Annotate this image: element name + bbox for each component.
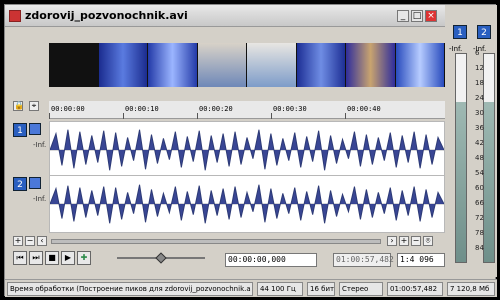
scale-tick: 66 (475, 199, 484, 207)
zoom-out-button[interactable]: − (25, 236, 35, 246)
status-duration: 01:00:57,482 (387, 282, 443, 296)
status-bar: Время обработки (Построение пиков для zd… (5, 279, 497, 297)
add-marker-icon[interactable]: ✚ (77, 251, 91, 265)
scale-tick: 30 (475, 109, 484, 117)
waveform-track-1[interactable] (49, 121, 445, 179)
ruler-label: 00:00:30 (273, 105, 307, 113)
scale-tick: 72 (475, 214, 484, 222)
thumbnail (296, 43, 346, 87)
lock-icon[interactable]: 🔒 (13, 101, 24, 111)
thumbnail (148, 43, 198, 87)
meter-channel-2: 2 (477, 25, 491, 39)
video-thumbnails (49, 43, 445, 87)
meter-channel-1: 1 (453, 25, 467, 39)
track-number-1[interactable]: 1 (13, 123, 27, 137)
horizontal-scrollbar[interactable]: + − ‹ › + − ⌾ (13, 235, 445, 247)
track-number-2[interactable]: 2 (13, 177, 27, 191)
status-processing: Время обработки (Построение пиков для zd… (7, 282, 253, 296)
status-sample-rate: 44 100 Гц (257, 282, 303, 296)
scroll-track[interactable] (51, 239, 381, 244)
window-title: zdorovij_pozvonochnik.avi (25, 9, 188, 22)
track-control-1[interactable] (29, 123, 41, 135)
zoom-ratio[interactable]: 1:4 096 (397, 253, 445, 267)
meter-scale: 6 12 18 24 30 36 42 48 54 60 66 72 78 84 (475, 49, 489, 265)
waveform-1 (50, 122, 444, 178)
ruler-label: 00:00:40 (347, 105, 381, 113)
status-bit-depth: 16 бит (307, 282, 335, 296)
maximize-button[interactable]: □ (411, 10, 423, 22)
volume-slider[interactable] (117, 252, 205, 264)
stop-icon[interactable]: ■ (45, 251, 59, 265)
scale-tick: 18 (475, 79, 484, 87)
thumbnail (49, 43, 99, 87)
status-file-size: 7 120,8 Мб (447, 282, 495, 296)
ruler-tick (271, 113, 272, 119)
thumbnail (98, 43, 148, 87)
app-window: zdorovij_pozvonochnik.avi _ □ × 00:00:00… (4, 4, 497, 297)
track-db-label: -Inf. (33, 141, 47, 149)
play-icon[interactable]: ▶ (61, 251, 75, 265)
zoom-in-right-button[interactable]: + (399, 236, 409, 246)
scale-tick: 48 (475, 154, 484, 162)
thumbnail (346, 43, 396, 87)
scale-tick: 42 (475, 139, 484, 147)
title-bar: zdorovij_pozvonochnik.avi _ □ × (5, 5, 445, 27)
go-start-icon[interactable]: ⏮ (13, 251, 27, 265)
meter-inf-label: -Inf. (473, 45, 487, 53)
transport-bar: ⏮ ⏭ ■ ▶ ✚ 00:00:00,000 01:00:57,482 1:4 … (13, 251, 445, 269)
ruler-tick (49, 113, 50, 119)
ruler-tick (197, 113, 198, 119)
scale-tick: 36 (475, 124, 484, 132)
total-time: 01:00:57,482 (333, 253, 394, 267)
close-button[interactable]: × (425, 10, 437, 22)
scale-tick: 12 (475, 64, 484, 72)
app-icon (9, 10, 21, 22)
waveform-track-2[interactable] (49, 175, 445, 233)
thumbnail (247, 43, 297, 87)
meter-left (455, 53, 467, 263)
go-end-icon[interactable]: ⏭ (29, 251, 43, 265)
thumbnail (395, 43, 445, 87)
slider-knob[interactable] (155, 252, 167, 264)
zoom-fit-button[interactable]: ⌾ (423, 236, 433, 246)
ruler-tick (345, 113, 346, 119)
status-channels: Стерео (339, 282, 383, 296)
ruler-tick (123, 113, 124, 119)
marker-icon[interactable]: ⌖ (29, 101, 39, 111)
scale-tick: 60 (475, 184, 484, 192)
minimize-button[interactable]: _ (397, 10, 409, 22)
scale-tick: 84 (475, 244, 484, 252)
ruler-label: 00:00:00 (51, 105, 85, 113)
thumbnail (197, 43, 247, 87)
scroll-right-button[interactable]: › (387, 236, 397, 246)
scale-tick: 24 (475, 94, 484, 102)
ruler-label: 00:00:10 (125, 105, 159, 113)
meter-left-fill (456, 102, 466, 262)
waveform-2 (50, 176, 444, 232)
zoom-out-right-button[interactable]: − (411, 236, 421, 246)
level-meters: 1 2 6 12 18 24 30 36 42 48 54 60 66 72 7… (447, 5, 497, 277)
scale-tick: 54 (475, 169, 484, 177)
time-ruler[interactable]: 00:00:00 00:00:10 00:00:20 00:00:30 00:0… (49, 101, 445, 119)
track-db-label: -Inf. (33, 195, 47, 203)
scroll-left-button[interactable]: ‹ (37, 236, 47, 246)
track-control-2[interactable] (29, 177, 41, 189)
current-time[interactable]: 00:00:00,000 (225, 253, 317, 267)
meter-inf-label: -Inf. (449, 45, 463, 53)
zoom-in-button[interactable]: + (13, 236, 23, 246)
scale-tick: 78 (475, 229, 484, 237)
ruler-label: 00:00:20 (199, 105, 233, 113)
